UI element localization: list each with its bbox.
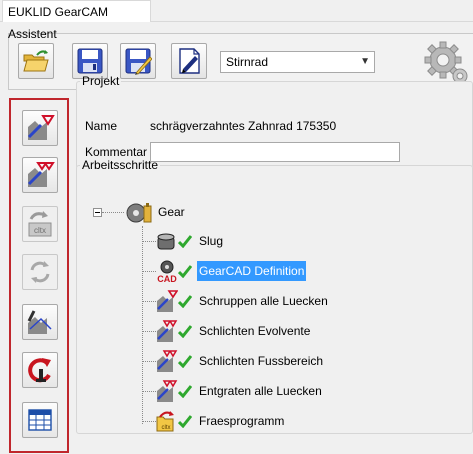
cad-icon: CAD [157, 260, 177, 283]
tree-connector [142, 301, 156, 302]
tree-node-schlichten-evolvente[interactable]: Schlichten Evolvente [156, 319, 336, 343]
table-view-button[interactable] [22, 402, 58, 438]
tree-connector [142, 226, 143, 424]
tree-node-gear[interactable]: Gear [124, 200, 244, 224]
svg-text:cltx: cltx [162, 425, 171, 431]
open-folder-icon [23, 50, 49, 72]
tree-connector [142, 391, 156, 392]
finishing-step-button[interactable] [22, 157, 58, 193]
floppy-edit-icon [125, 48, 152, 75]
gear-type-select[interactable]: Stirnrad ▼ [220, 51, 375, 73]
gear-double-triangle-icon [157, 380, 178, 402]
undo-arrow-icon [28, 358, 51, 383]
gear-single-triangle-icon [27, 115, 55, 140]
svg-text:cltx: cltx [34, 226, 46, 235]
tree-collapse-toggle[interactable] [93, 208, 102, 217]
tree-node-label: Schlichten Evolvente [199, 324, 311, 338]
project-name-value: schrägverzahntes Zahnrad 175350 [150, 119, 337, 133]
tree-connector [142, 271, 156, 272]
check-icon [178, 265, 192, 278]
roughing-step-button[interactable] [22, 110, 58, 146]
check-icon [178, 325, 192, 338]
cltx-import-button[interactable]: cltx [22, 206, 58, 242]
floppy-disk-icon [77, 48, 103, 74]
tree-node-label: Schruppen alle Luecken [199, 294, 328, 308]
tree-connector [142, 421, 156, 422]
tree-node-label: Gear [158, 205, 185, 219]
tree-connector [102, 212, 124, 213]
check-icon [178, 355, 192, 368]
tree-connector [142, 241, 156, 242]
tree-node-schlichten-fussbereich[interactable]: Schlichten Fussbereich [156, 349, 336, 373]
gear-double-triangle-icon [157, 320, 178, 342]
gear-single-triangle-icon [157, 290, 178, 312]
tool-path-icon [27, 310, 52, 334]
workstep-sidebar: cltx [9, 98, 69, 453]
tree-connector [142, 361, 156, 362]
kommentar-label: Kommentar [85, 145, 148, 159]
tree-node-label: GearCAD Definition [197, 261, 307, 281]
refresh-button[interactable] [22, 254, 58, 290]
tree-connector [142, 331, 156, 332]
tree-node-label: Fraesprogramm [199, 414, 285, 428]
tree-node-slug[interactable]: Slug [156, 229, 316, 253]
gear-type-value: Stirnrad [226, 55, 269, 69]
tree-node-label: Schlichten Fussbereich [199, 354, 324, 368]
document-pen-icon [179, 48, 200, 74]
chevron-down-icon: ▼ [360, 56, 370, 67]
table-icon [28, 409, 52, 431]
gear-double-triangle-icon [27, 162, 55, 187]
check-icon [178, 415, 192, 428]
tree-node-schruppen-alle-luecken[interactable]: Schruppen alle Luecken [156, 289, 336, 313]
tab-strip: EUKLID GearCAM Assistent [0, 0, 473, 41]
arbeitsschritte-legend: Arbeitsschritte [82, 158, 159, 172]
tree-node-label: Slug [199, 234, 224, 248]
tree-node-fraesprogramm[interactable]: cltx Fraesprogramm [156, 409, 316, 433]
reset-button[interactable] [22, 352, 58, 388]
projekt-legend: Projekt [82, 74, 120, 88]
tree-node-gearcad-definition[interactable]: CAD GearCAD Definition [156, 259, 316, 283]
refresh-icon [30, 261, 50, 283]
cltx-folder-icon: cltx [156, 411, 174, 432]
tree-node-label: Entgraten alle Luecken [199, 384, 322, 398]
gear-double-triangle-icon [157, 350, 178, 372]
check-icon [178, 295, 192, 308]
simulate-button[interactable] [22, 304, 58, 340]
open-button[interactable] [18, 43, 54, 79]
name-label: Name [85, 119, 118, 133]
tree-node-entgraten-alle-luecken[interactable]: Entgraten alle Luecken [156, 379, 336, 403]
cltx-arrow-icon: cltx [28, 211, 52, 237]
slug-icon [157, 233, 175, 250]
check-icon [178, 235, 192, 248]
tab-euklid-gearcam-assistent[interactable]: EUKLID GearCAM Assistent [2, 0, 151, 41]
check-icon [178, 385, 192, 398]
svg-text:CAD: CAD [157, 274, 177, 283]
gear-part-icon [126, 203, 152, 223]
